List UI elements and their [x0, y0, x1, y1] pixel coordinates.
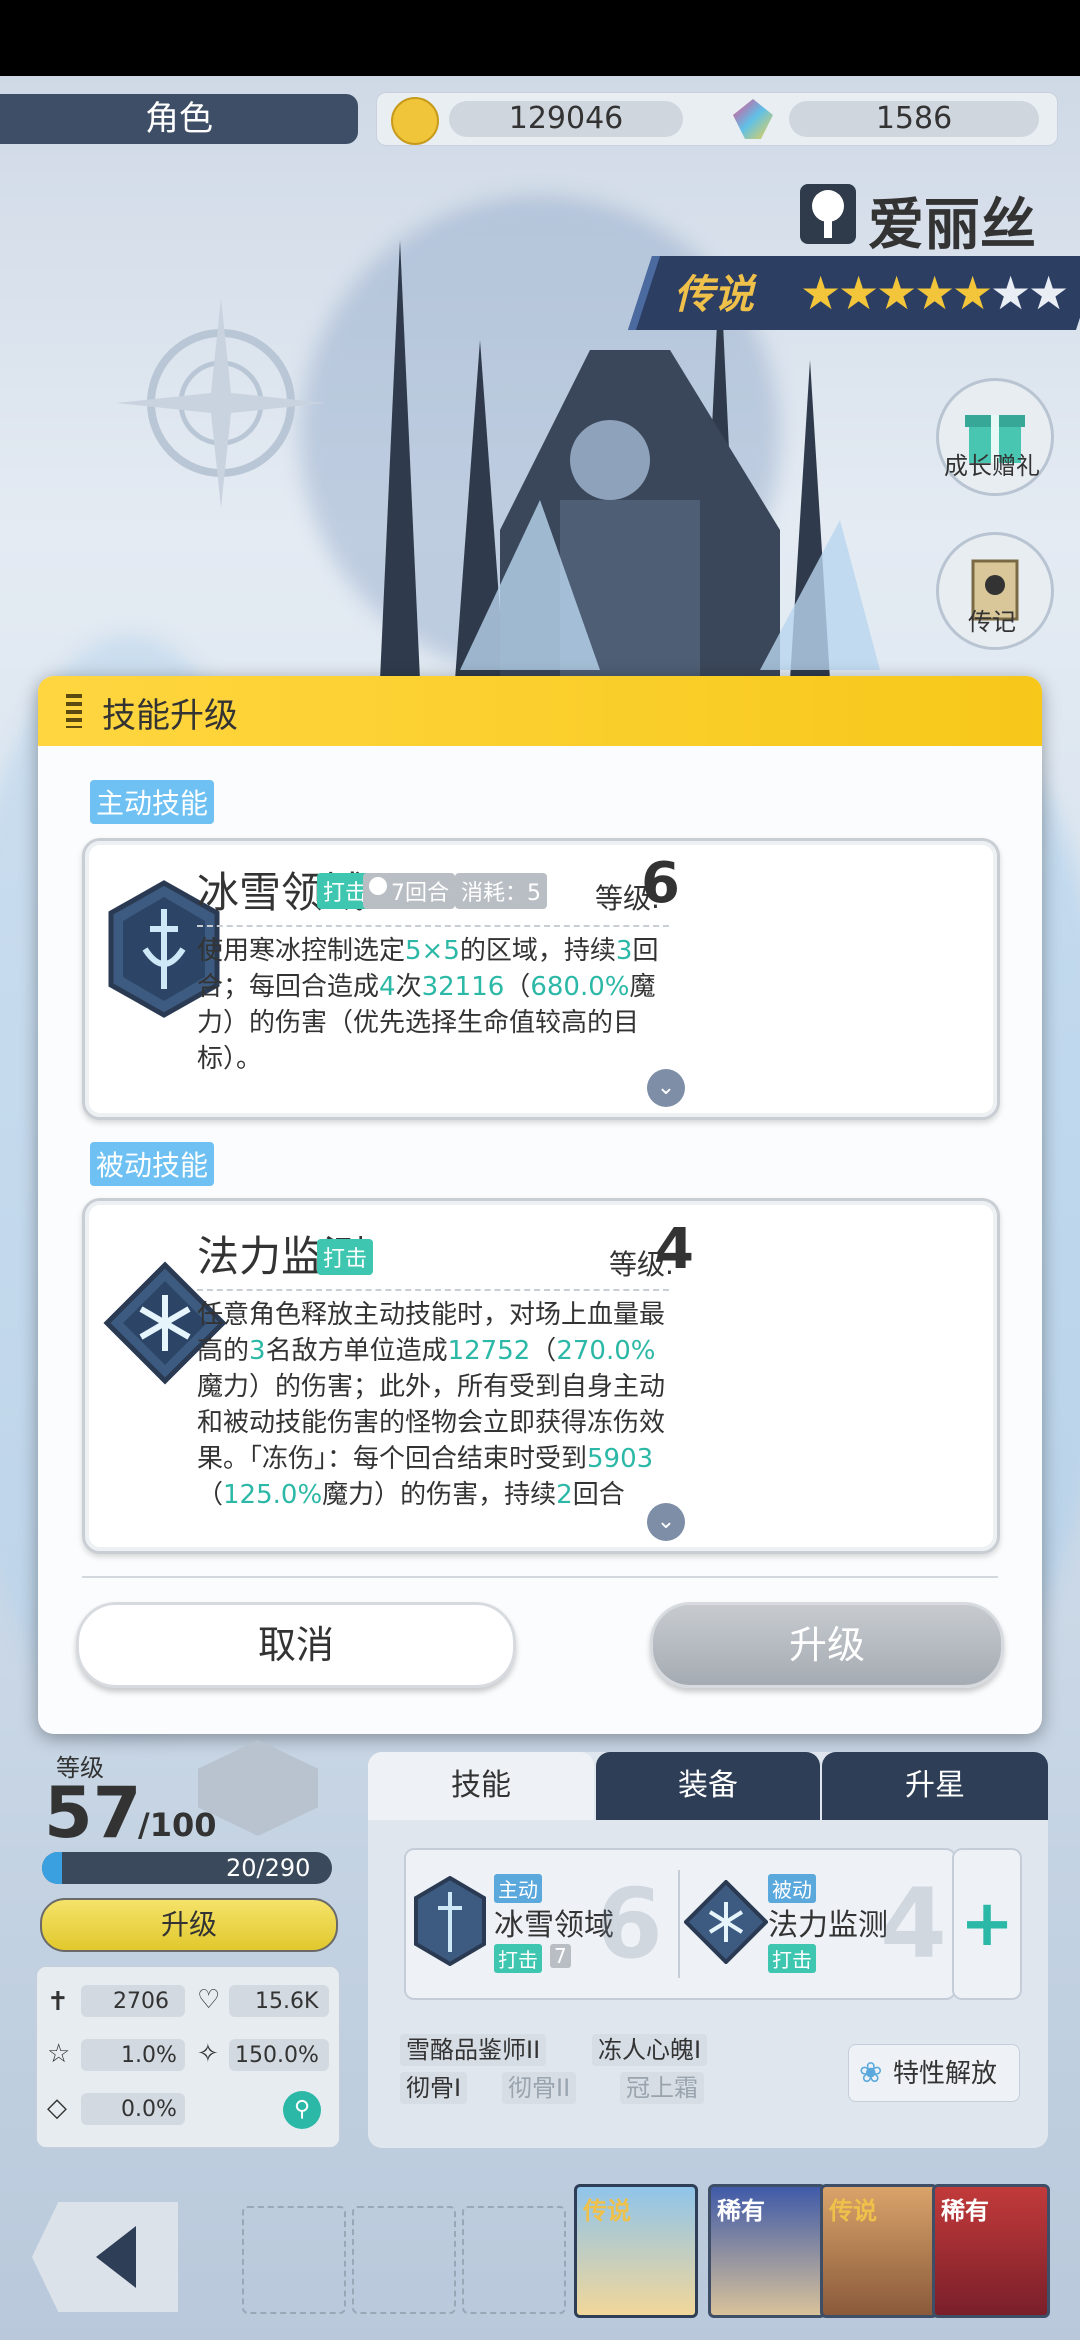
cooldown-value: 7回合	[391, 881, 449, 906]
tab-star-up[interactable]: 升星	[822, 1752, 1048, 1820]
magnify-icon[interactable]: ⚲	[283, 2091, 321, 2129]
trait-unlock-button[interactable]: ❀ 特性解放	[848, 2044, 1020, 2102]
star-empty-icon: ★	[990, 266, 1032, 320]
crit-damage-value: 150.0%	[235, 2043, 319, 2068]
rarity-tag: 传说	[583, 2197, 631, 2225]
gold-amount: 129046	[449, 101, 683, 137]
attack-icon: ✝	[47, 1987, 69, 2017]
crit-rate-icon: ☆	[47, 2039, 71, 2069]
trait-tag[interactable]: 冻人心魄I	[592, 2034, 708, 2066]
compass-emblem-icon	[116, 298, 326, 508]
trait-tag-locked[interactable]: 冠上霜	[620, 2072, 704, 2104]
passive-skill-card[interactable]: 法力监测 打击 等级. 4 任意角色释放主动技能时，对场上血量最高的3名敌方单位…	[82, 1198, 1000, 1554]
back-button[interactable]	[32, 2202, 178, 2312]
passive-skill-level: 4	[655, 1217, 694, 1282]
passive-skill-description: 任意角色释放主动技能时，对场上血量最高的3名敌方单位造成12752（270.0%…	[197, 1300, 666, 1510]
tab-equipment[interactable]: 装备	[596, 1752, 820, 1820]
active-skill-section-label: 主动技能	[90, 780, 215, 824]
active-tag: 主动	[494, 1874, 542, 1903]
cooldown-badge: 7回合	[363, 873, 455, 909]
divider	[197, 925, 669, 927]
skill-upgrade-dialog: 技能升级 主动技能 冰雪领域 打击 7回合 消耗：5 等级. 6 使用寒冰控制选…	[38, 676, 1042, 1734]
ice-domain-skill-icon	[414, 1876, 486, 1966]
bunny-icon: ❀	[859, 2056, 883, 2089]
active-skill-card[interactable]: 冰雪领域 打击 7回合 消耗：5 等级. 6 使用寒冰控制选定5×5的区域，持续…	[82, 838, 1000, 1120]
roster-card[interactable]: 传说	[820, 2184, 938, 2318]
skill-type-badge: 打击	[494, 1944, 542, 1973]
stats-panel: ✝ 2706 ♡ 15.6K ☆ 1.0% ✧ 150.0% ◇ 0.0% ⚲	[36, 1966, 340, 2148]
character-level: 57	[44, 1772, 142, 1854]
skill-type-badge: 打击	[768, 1944, 816, 1973]
divider	[197, 1289, 669, 1291]
cancel-button[interactable]: 取消	[76, 1602, 516, 1688]
roster-card[interactable]: 稀有	[932, 2184, 1050, 2318]
passive-slot-name: 法力监测	[768, 1908, 888, 1943]
star-filled-icon: ★	[952, 266, 994, 320]
star-filled-icon: ★	[876, 266, 918, 320]
crit-rate-value: 1.0%	[121, 2043, 177, 2068]
active-skill-level: 6	[641, 851, 680, 916]
skill-slots: 主动 冰雪领域 打击 7 6 被动 法力监测 打击 4	[404, 1848, 956, 2000]
star-filled-icon: ★	[838, 266, 880, 320]
empty-team-slot[interactable]	[462, 2206, 566, 2314]
trait-unlock-label: 特性解放	[893, 2059, 998, 2089]
cooldown-badge: 7	[550, 1944, 571, 1968]
resource-bar: 129046 1586	[376, 92, 1058, 146]
star-filled-icon: ★	[914, 266, 956, 320]
trait-tag-locked[interactable]: 彻骨II	[502, 2072, 577, 2104]
active-skill-description: 使用寒冰控制选定5×5的区域，持续3回合；每回合造成4次32116（680.0%…	[197, 936, 659, 1074]
tree-faction-icon	[800, 184, 856, 244]
trait-tag[interactable]: 雪酪品鉴师II	[400, 2034, 547, 2066]
expand-chevron-icon[interactable]: ⌄	[647, 1069, 685, 1107]
rarity-tag: 稀有	[941, 2197, 989, 2225]
rarity-tag: 稀有	[717, 2197, 765, 2225]
passive-slot-level: 4	[880, 1868, 947, 1980]
rarity-tag: 传说	[829, 2197, 877, 2225]
level-max: /100	[138, 1806, 217, 1844]
rarity-label: 传说	[674, 272, 754, 318]
roster-card-alice[interactable]: 传说	[574, 2184, 698, 2318]
star-empty-icon: ★	[1028, 266, 1070, 320]
back-arrow-icon	[96, 2226, 136, 2288]
skill-type-badge: 打击	[317, 1239, 374, 1275]
health-value: 15.6K	[255, 1989, 319, 2014]
gold-coin-icon	[391, 97, 439, 145]
frost-monitor-skill-icon	[684, 1880, 768, 1964]
health-icon: ♡	[197, 1985, 221, 2015]
status-bar	[0, 0, 1080, 76]
divider	[678, 1870, 680, 1978]
crit-damage-icon: ✧	[197, 2039, 219, 2069]
crystal-amount: 1586	[789, 101, 1039, 137]
clock-icon	[369, 877, 387, 895]
exp-fill	[42, 1852, 62, 1884]
divider	[82, 1576, 998, 1578]
empty-team-slot[interactable]	[352, 2206, 456, 2314]
upgrade-button[interactable]: 升级	[650, 1602, 1004, 1688]
grip-icon	[66, 694, 82, 728]
active-slot-level: 6	[596, 1868, 663, 1980]
passive-tag: 被动	[768, 1874, 816, 1903]
crystal-icon	[733, 99, 773, 139]
character-name: 爱丽丝	[868, 193, 1036, 258]
trait-tag[interactable]: 彻骨I	[400, 2072, 468, 2104]
star-filled-icon: ★	[800, 266, 842, 320]
dodge-icon: ◇	[47, 2093, 67, 2123]
expand-chevron-icon[interactable]: ⌄	[647, 1503, 685, 1541]
attack-value: 2706	[113, 1989, 169, 2014]
growth-gift-label: 成长赠礼	[944, 452, 1040, 480]
roster-card[interactable]: 稀有	[708, 2184, 826, 2318]
empty-team-slot[interactable]	[242, 2206, 346, 2314]
tab-skills[interactable]: 技能	[368, 1752, 594, 1820]
cost-badge: 消耗：5	[455, 873, 547, 909]
screen-title: 角色	[0, 94, 358, 144]
dodge-value: 0.0%	[121, 2097, 177, 2122]
add-skill-icon[interactable]: +	[952, 1848, 1022, 2000]
dialog-title: 技能升级	[102, 696, 238, 736]
level-up-button[interactable]: 升级	[40, 1898, 338, 1952]
exp-text: 20/290	[226, 1854, 311, 1882]
biography-label: 传记	[968, 608, 1016, 636]
passive-skill-section-label: 被动技能	[90, 1142, 215, 1186]
